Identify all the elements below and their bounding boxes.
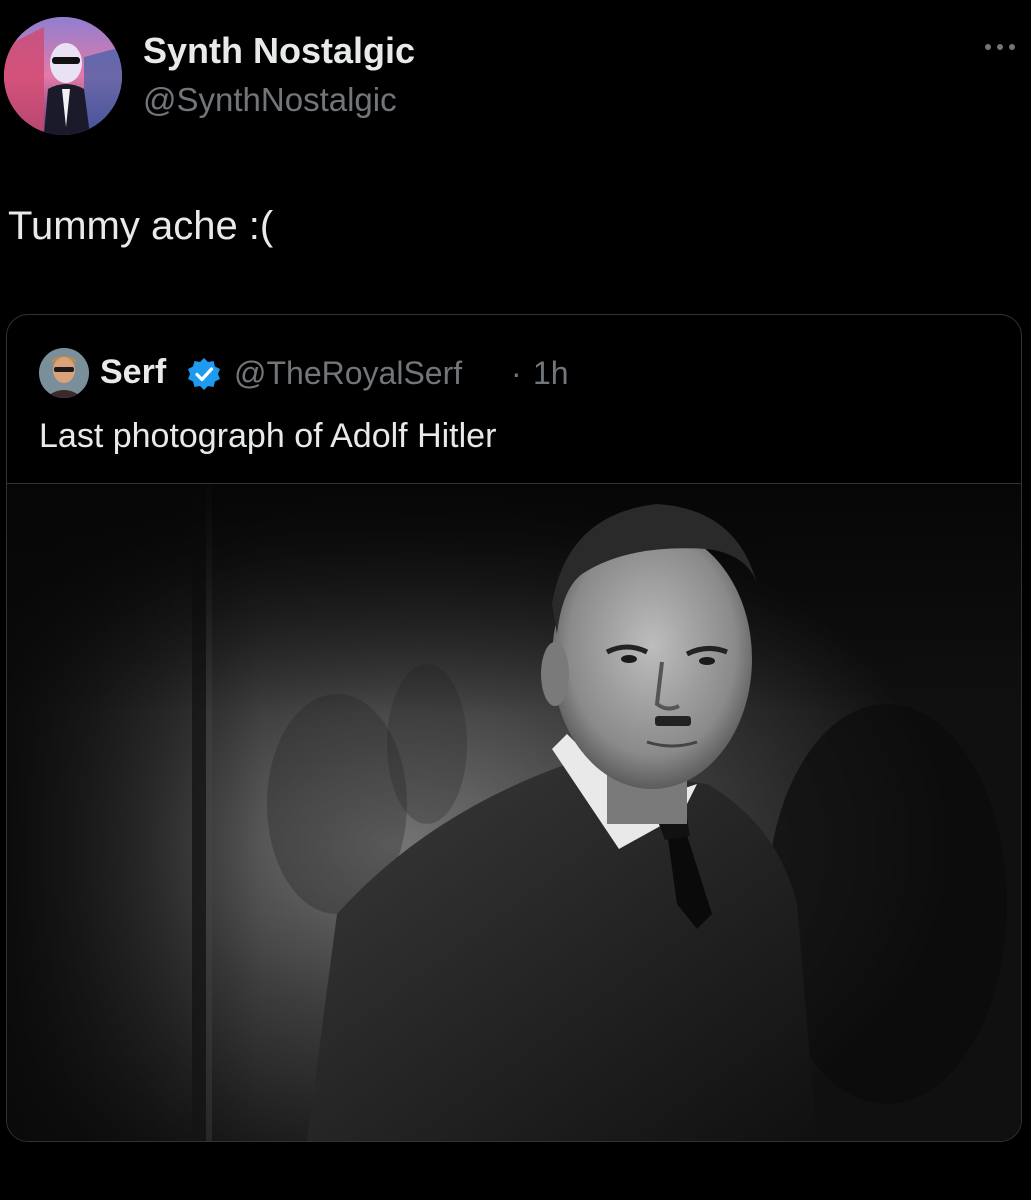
avatar-image [4, 17, 122, 135]
author-display-name[interactable]: Synth Nostalgic [143, 30, 415, 72]
separator-dot: · [511, 355, 522, 391]
post-text: Tummy ache :( [8, 204, 274, 248]
quoted-post-photo[interactable] [7, 484, 1021, 1141]
quoted-author-handle[interactable]: @TheRoyalSerf [234, 355, 462, 392]
verified-badge [186, 356, 222, 392]
quoted-post[interactable]: Serf @TheRoyalSerf · 1h Last photograph … [6, 314, 1022, 1142]
portrait-photo-image [7, 484, 1021, 1141]
verified-badge-icon [188, 358, 220, 390]
quoted-author-display-name[interactable]: Serf [100, 353, 166, 392]
more-options-button[interactable] [980, 32, 1020, 62]
quoted-author-avatar[interactable] [39, 348, 89, 398]
author-avatar[interactable] [4, 17, 122, 135]
avatar-image [39, 348, 89, 398]
quoted-post-time[interactable]: 1h [533, 355, 569, 392]
tweet: Synth Nostalgic @SynthNostalgic Tummy ac… [0, 0, 1031, 1200]
quoted-post-text: Last photograph of Adolf Hitler [39, 417, 497, 455]
author-handle[interactable]: @SynthNostalgic [143, 81, 397, 119]
more-horizontal-icon [985, 44, 1015, 50]
